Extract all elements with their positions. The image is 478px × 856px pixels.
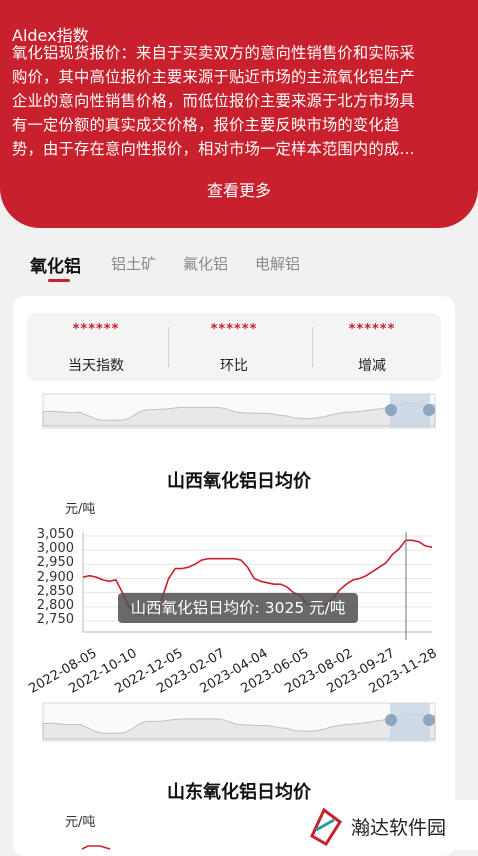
slider-handle-left[interactable] <box>385 714 397 726</box>
stat-value: ****** <box>210 322 258 337</box>
watermark: 瀚达软件园 <box>296 800 478 850</box>
chart-title: 山西氧化铝日均价 <box>167 471 311 492</box>
range-slider-bottom[interactable] <box>0 699 478 744</box>
stat-value: ****** <box>72 322 120 337</box>
slider-handle-right[interactable] <box>423 404 435 416</box>
category-tabs: 氧化铝 铝土矿 氟化铝 电解铝 <box>0 250 478 286</box>
stat-label: 增减 <box>358 358 386 374</box>
line-chart-shanxi[interactable] <box>0 520 478 650</box>
tab-alumina[interactable]: 氧化铝 <box>30 252 81 277</box>
chart-tooltip: 山西氧化铝日均价: 3025 元/吨 <box>118 593 358 623</box>
series-line-2 <box>81 845 111 850</box>
line-chart-shandong <box>81 845 111 850</box>
slider-handle-left[interactable] <box>385 404 397 416</box>
range-slider-top[interactable] <box>0 390 478 435</box>
stat-label: 当天指数 <box>68 358 124 374</box>
stat-change: ****** 增减 <box>303 313 441 381</box>
index-header: Aldex指数 氧化铝现货报价：来自于买卖双方的意向性销售价和实际采 购价，其中… <box>0 0 478 228</box>
tab-electrolytic-aluminum[interactable]: 电解铝 <box>255 253 300 274</box>
active-tab-indicator <box>48 279 70 282</box>
stat-today-index: ****** 当天指数 <box>27 313 165 381</box>
stat-value: ****** <box>348 322 396 337</box>
stat-mom: ****** 环比 <box>165 313 303 381</box>
watermark-text: 瀚达软件园 <box>351 817 447 839</box>
y-axis-unit-2: 元/吨 <box>65 815 96 830</box>
tab-aluminum-fluoride[interactable]: 氟化铝 <box>183 253 228 274</box>
index-description: 氧化铝现货报价：来自于买卖双方的意向性销售价和实际采 购价，其中高位报价主要来源… <box>12 44 415 158</box>
watermark-logo-icon <box>310 807 343 846</box>
stats-panel: ****** 当天指数 ****** 环比 ****** 增减 <box>27 313 441 381</box>
y-axis-unit: 元/吨 <box>65 502 96 517</box>
see-more-link[interactable]: 查看更多 <box>0 177 478 201</box>
stat-label: 环比 <box>220 358 248 374</box>
tab-bauxite[interactable]: 铝土矿 <box>111 253 156 274</box>
slider-handle-right[interactable] <box>423 714 435 726</box>
